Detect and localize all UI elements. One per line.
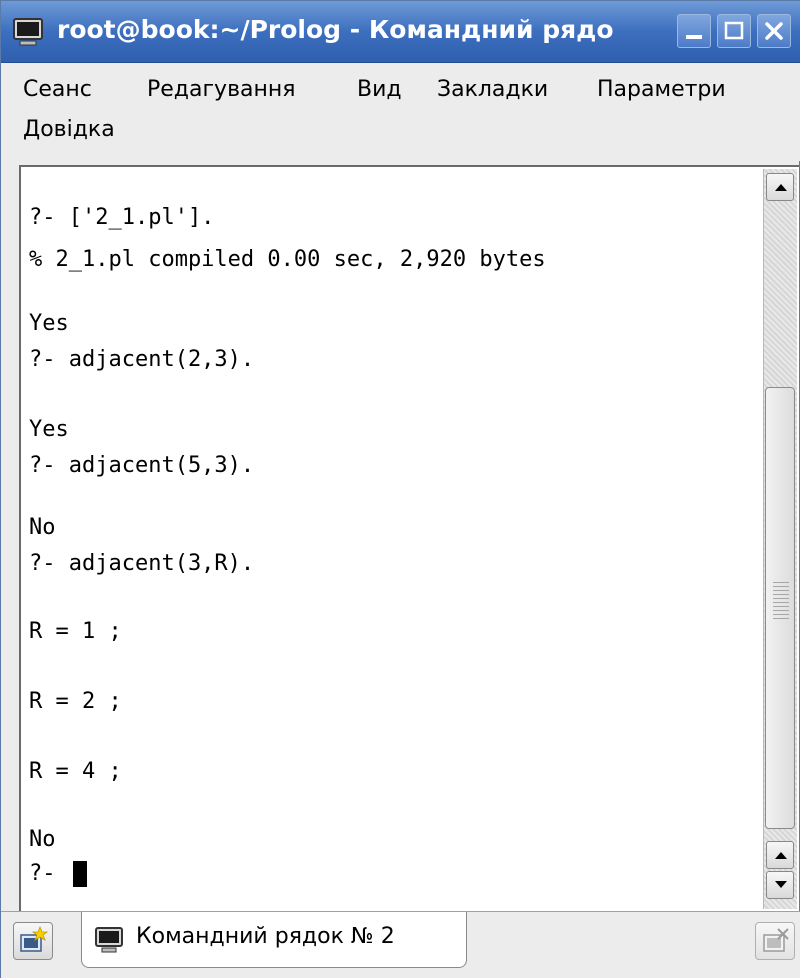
window-title: root@book:~/Prolog - Командний рядо [57, 15, 614, 44]
terminal-line: No [29, 827, 56, 852]
arrow-up-icon [775, 184, 787, 191]
terminal-line: R = 2 ; [29, 689, 122, 714]
terminal-icon [94, 926, 124, 959]
close-tab-icon [763, 928, 789, 952]
terminal-frame: ?- ['2_1.pl']. % 2_1.pl compiled 0.00 se… [19, 165, 799, 911]
text-cursor [72, 861, 87, 887]
tab-terminal-2[interactable]: Командний рядок № 2 [81, 912, 467, 968]
terminal-line: Yes [29, 311, 69, 336]
terminal-line: R = 4 ; [29, 759, 122, 784]
terminal-line: No [29, 515, 56, 540]
maximize-button[interactable] [717, 14, 751, 48]
new-tab-icon [20, 925, 49, 952]
tab-label: Командний рядок № 2 [136, 924, 395, 949]
new-tab-button[interactable] [13, 922, 53, 960]
tab-bar: Командний рядок № 2 [1, 911, 800, 978]
title-bar[interactable]: root@book:~/Prolog - Командний рядо [1, 1, 800, 63]
terminal-line: R = 1 ; [29, 619, 122, 644]
arrow-up-icon [775, 852, 787, 859]
scrollbar-grip [773, 582, 789, 622]
terminal-prompt-line[interactable]: ?- [29, 859, 87, 889]
terminal-icon[interactable] [11, 15, 45, 49]
scroll-up-button-top[interactable] [766, 173, 794, 201]
terminal-output[interactable]: ?- ['2_1.pl']. % 2_1.pl compiled 0.00 se… [25, 169, 759, 909]
menu-edit[interactable]: Редагування [147, 77, 296, 102]
arrow-down-icon [775, 881, 787, 888]
menu-bar: Сеанс Редагування Вид Закладки Параметри… [1, 63, 800, 161]
menu-help[interactable]: Довідка [23, 117, 115, 142]
scroll-up-button[interactable] [766, 841, 794, 869]
terminal-line: % 2_1.pl compiled 0.00 sec, 2,920 bytes [29, 247, 546, 272]
menu-session[interactable]: Сеанс [23, 77, 92, 102]
terminal-line: ?- ['2_1.pl']. [29, 205, 215, 230]
close-button[interactable] [757, 14, 791, 48]
menu-settings[interactable]: Параметри [597, 77, 726, 102]
menu-bookmarks[interactable]: Закладки [437, 77, 548, 102]
minimize-icon [686, 35, 702, 39]
close-tab-button[interactable] [755, 922, 795, 960]
maximize-icon [724, 21, 744, 40]
terminal-window: root@book:~/Prolog - Командний рядо Сеан… [0, 0, 800, 978]
vertical-scrollbar[interactable] [763, 169, 797, 909]
terminal-line: ?- adjacent(3,R). [29, 551, 255, 576]
terminal-line: Yes [29, 417, 69, 442]
terminal-line: ?- adjacent(2,3). [29, 347, 255, 372]
scrollbar-thumb[interactable] [765, 387, 795, 829]
close-icon [765, 22, 783, 40]
menu-view[interactable]: Вид [357, 77, 402, 102]
terminal-prompt: ?- [29, 861, 69, 886]
terminal-line: ?- adjacent(5,3). [29, 453, 255, 478]
scroll-down-button[interactable] [766, 871, 794, 899]
minimize-button[interactable] [677, 14, 711, 48]
